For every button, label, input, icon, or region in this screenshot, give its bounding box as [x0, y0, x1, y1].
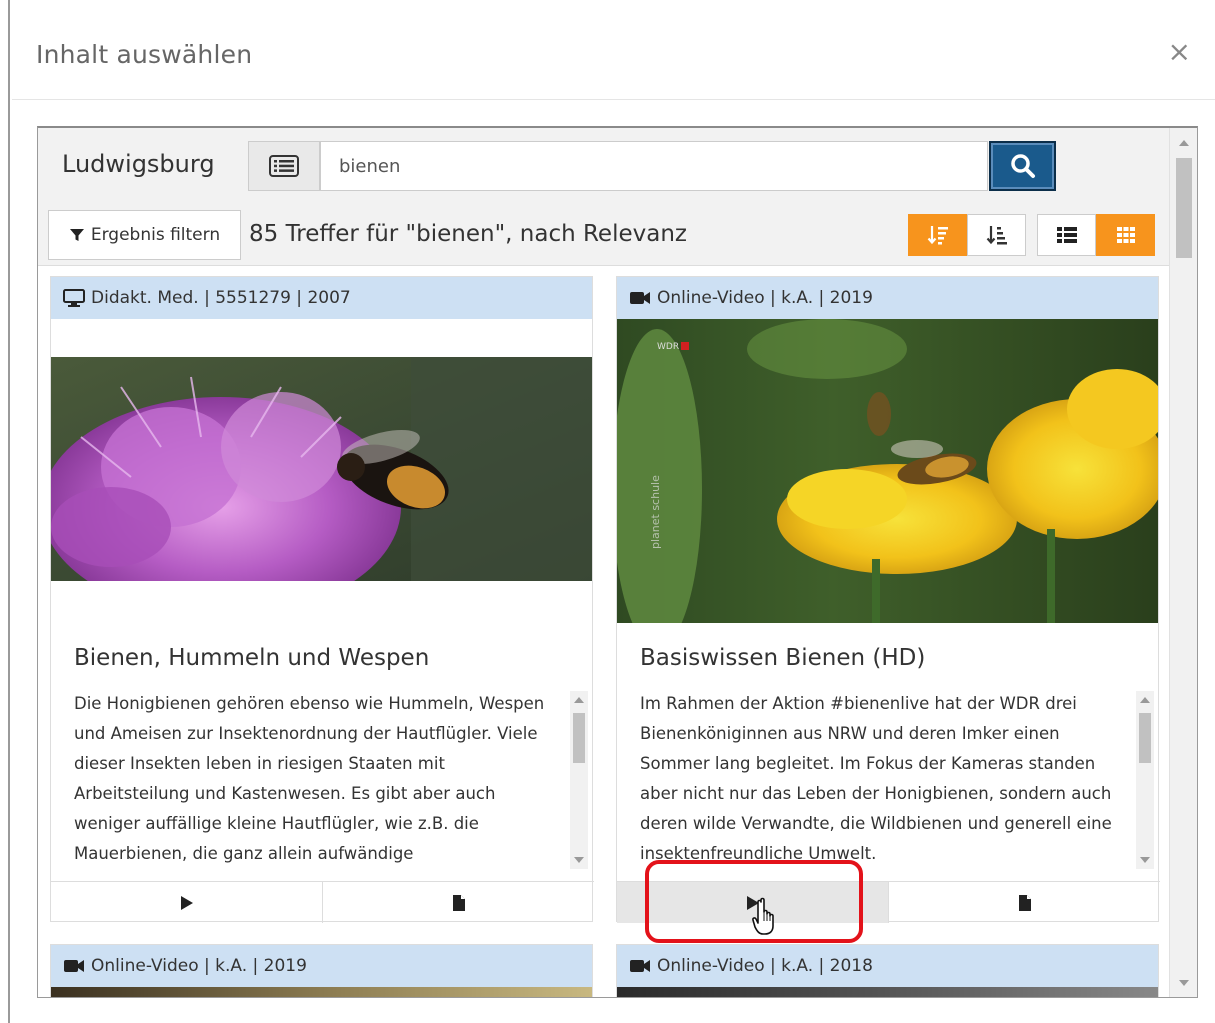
- scroll-down-arrow-icon[interactable]: [574, 857, 584, 863]
- scroll-up-arrow-icon[interactable]: [1179, 140, 1189, 146]
- sort-group: [908, 214, 1026, 256]
- modal-header: Inhalt auswählen ×: [12, 0, 1215, 100]
- details-button[interactable]: [323, 882, 594, 923]
- sort-amount-asc-icon: [986, 226, 1007, 245]
- card-description-area: Im Rahmen der Aktion #bienenlive hat der…: [617, 689, 1160, 879]
- scroll-thumb[interactable]: [1139, 713, 1151, 763]
- card-actions: [51, 881, 594, 923]
- scroll-up-arrow-icon[interactable]: [574, 697, 584, 703]
- results-scrollbar[interactable]: [1169, 128, 1197, 997]
- card-description-area: Die Honigbienen gehören ebenso wie Humme…: [51, 689, 594, 879]
- list-icon: [269, 155, 299, 177]
- play-button[interactable]: [51, 882, 323, 923]
- scroll-down-arrow-icon[interactable]: [1140, 857, 1150, 863]
- result-card[interactable]: Online-Video | k.A. | 2019: [616, 276, 1160, 923]
- video-camera-icon: [630, 292, 650, 304]
- card-description: Die Honigbienen gehören ebenso wie Humme…: [74, 694, 545, 863]
- card-title[interactable]: Bienen, Hummeln und Wespen: [74, 645, 429, 671]
- description-scrollbar[interactable]: [570, 691, 588, 869]
- content-browser: Ludwigsburg Ergebnis filtern 85 Treffer …: [37, 126, 1198, 998]
- play-icon: [180, 895, 193, 910]
- card-thumbnail[interactable]: [51, 987, 592, 997]
- list-view-button[interactable]: [1037, 214, 1096, 256]
- details-button[interactable]: [889, 882, 1160, 923]
- card-description: Im Rahmen der Aktion #bienenlive hat der…: [640, 694, 1112, 863]
- catalog-list-button[interactable]: [248, 141, 320, 191]
- card-header: Online-Video | k.A. | 2019: [617, 277, 1158, 319]
- list-view-icon: [1056, 227, 1077, 243]
- scroll-up-arrow-icon[interactable]: [1140, 697, 1150, 703]
- card-thumbnail[interactable]: [51, 357, 592, 581]
- sort-amount-desc-icon: [927, 226, 948, 245]
- window-edge: [8, 0, 10, 1023]
- monitor-icon: [63, 289, 85, 307]
- scroll-thumb[interactable]: [1176, 158, 1192, 258]
- description-scrollbar[interactable]: [1136, 691, 1154, 869]
- result-card[interactable]: Didakt. Med. | 5551279 | 2007 Bienen, Hu…: [50, 276, 594, 923]
- card-meta: Online-Video | k.A. | 2019: [91, 956, 307, 976]
- card-thumbnail[interactable]: WDR planet schule: [617, 319, 1158, 623]
- card-title[interactable]: Basiswissen Bienen (HD): [640, 645, 925, 671]
- scroll-down-arrow-icon[interactable]: [1179, 980, 1189, 986]
- search-input[interactable]: [320, 141, 988, 191]
- card-meta: Online-Video | k.A. | 2019: [657, 288, 873, 308]
- scroll-thumb[interactable]: [573, 713, 585, 763]
- hand-cursor-icon: [752, 897, 774, 935]
- search-icon: [1010, 154, 1035, 178]
- result-card[interactable]: Online-Video | k.A. | 2019: [50, 944, 593, 997]
- bee-on-flower-image: [51, 357, 592, 581]
- funnel-icon: [69, 229, 84, 241]
- sort-descending-button[interactable]: [908, 214, 967, 256]
- result-card[interactable]: Online-Video | k.A. | 2018: [616, 944, 1159, 997]
- filter-button-label: Ergebnis filtern: [90, 225, 221, 245]
- card-header: Didakt. Med. | 5551279 | 2007: [51, 277, 592, 319]
- grid-view-button[interactable]: [1096, 214, 1155, 256]
- grid-view-icon: [1116, 227, 1135, 243]
- card-header: Online-Video | k.A. | 2019: [51, 945, 592, 987]
- bee-on-dandelion-image: WDR planet schule: [617, 319, 1158, 623]
- card-meta: Online-Video | k.A. | 2018: [657, 956, 873, 976]
- search-toolbar: Ludwigsburg Ergebnis filtern 85 Treffer …: [38, 128, 1169, 266]
- wdr-logo: WDR: [657, 342, 679, 352]
- search-button[interactable]: [989, 141, 1056, 191]
- library-name: Ludwigsburg: [62, 150, 215, 178]
- card-meta: Didakt. Med. | 5551279 | 2007: [91, 288, 351, 308]
- filter-button[interactable]: Ergebnis filtern: [48, 210, 241, 260]
- video-camera-icon: [64, 960, 84, 972]
- file-icon: [1018, 894, 1031, 911]
- result-count: 85 Treffer für "bienen", nach Relevanz: [249, 221, 687, 247]
- card-header: Online-Video | k.A. | 2018: [617, 945, 1158, 987]
- view-toggle-group: [1037, 214, 1155, 256]
- close-button[interactable]: ×: [1168, 38, 1191, 66]
- sort-ascending-button[interactable]: [967, 214, 1026, 256]
- video-camera-icon: [630, 960, 650, 972]
- file-icon: [452, 894, 465, 911]
- modal-title: Inhalt auswählen: [36, 40, 253, 69]
- watermark-text: planet schule: [649, 475, 662, 549]
- card-thumbnail[interactable]: [617, 987, 1158, 997]
